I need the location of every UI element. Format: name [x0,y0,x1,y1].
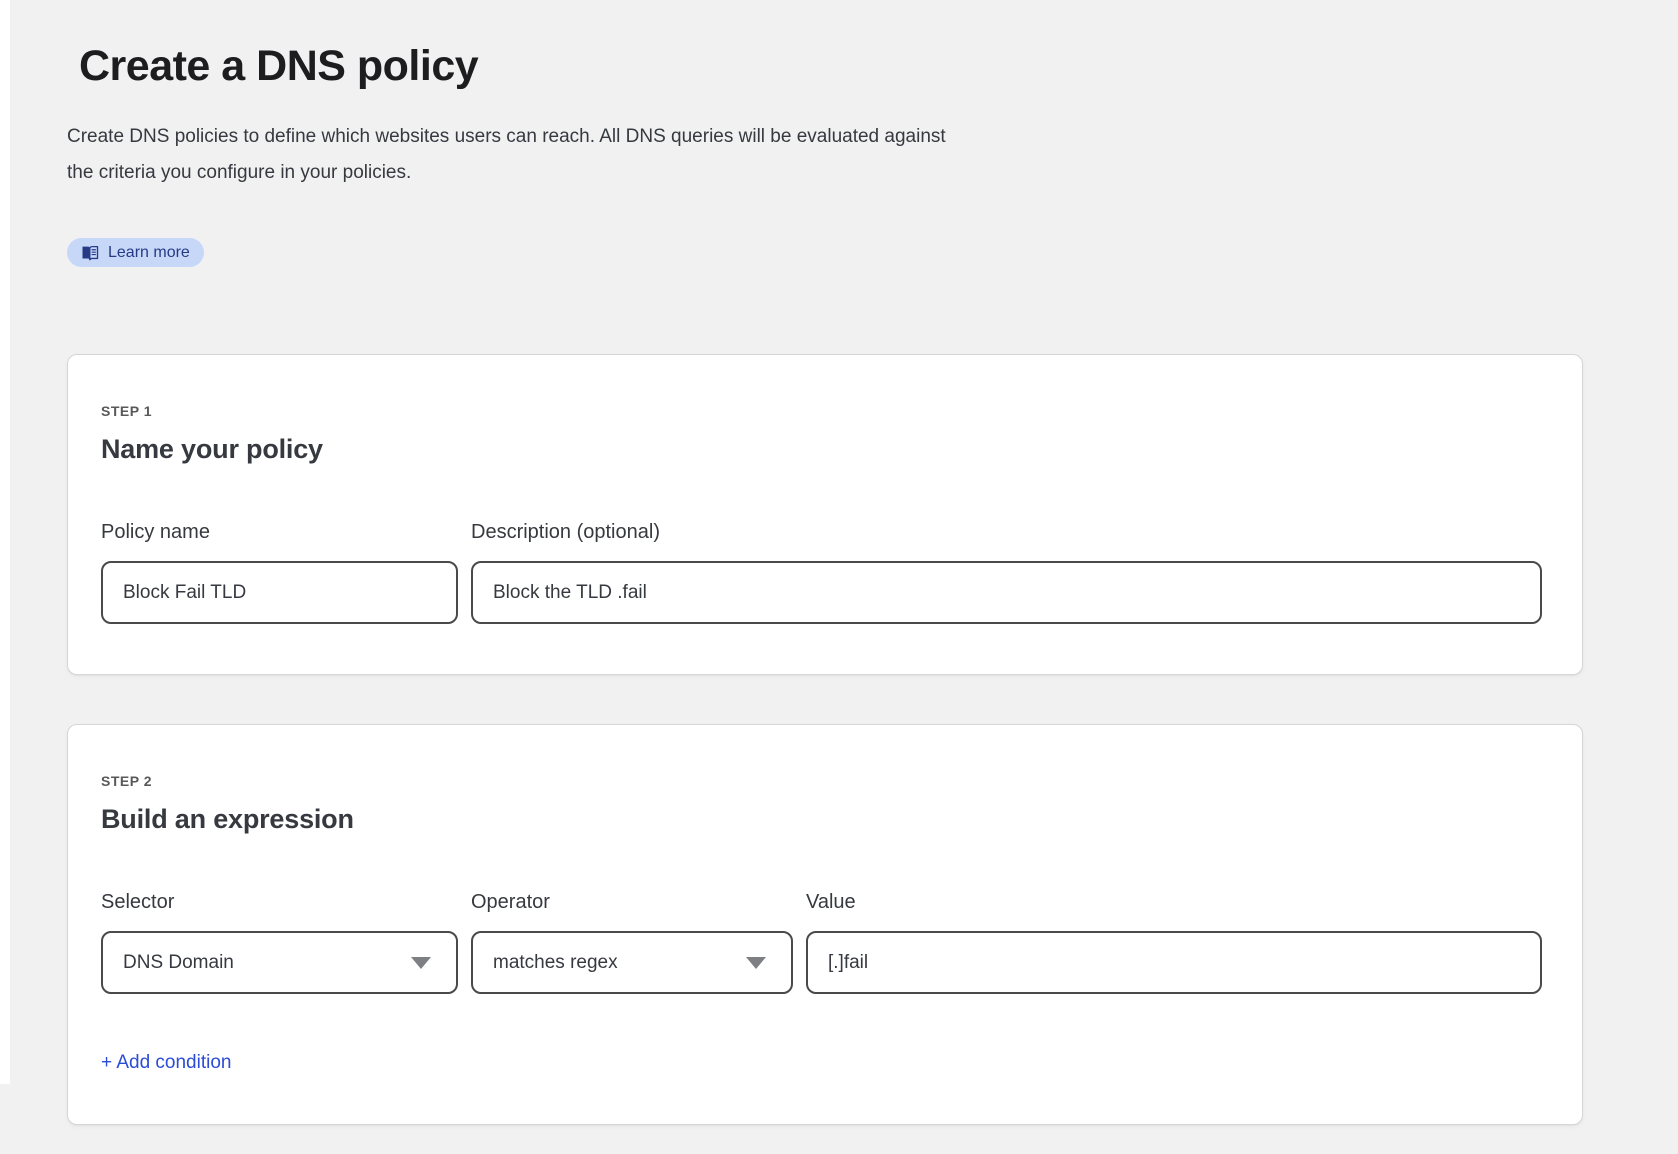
window-left-edge [0,0,10,1084]
caret-down-icon [411,957,431,969]
caret-down-icon [746,957,766,969]
value-label: Value [806,891,1542,914]
description-input[interactable] [471,561,1542,624]
page-description: Create DNS policies to define which webs… [67,119,967,191]
step-2-heading: Build an expression [101,804,1542,835]
operator-selected-value: matches regex [493,952,618,974]
page-title: Create a DNS policy [79,42,1583,91]
policy-name-label: Policy name [101,521,458,544]
value-field-group: Value [806,891,1542,994]
operator-dropdown[interactable]: matches regex [471,931,793,994]
selector-selected-value: DNS Domain [123,952,234,974]
policy-name-field-group: Policy name [101,521,458,624]
description-field-group: Description (optional) [471,521,1542,624]
operator-field-group: Operator matches regex [471,891,793,994]
policy-name-input[interactable] [101,561,458,624]
selector-dropdown[interactable]: DNS Domain [101,931,458,994]
learn-more-button[interactable]: Learn more [67,238,204,267]
step-1-card: STEP 1 Name your policy Policy name Desc… [67,354,1583,675]
step-2-label: STEP 2 [101,773,1542,789]
book-icon [81,245,99,261]
add-condition-link[interactable]: + Add condition [101,1052,231,1074]
description-label: Description (optional) [471,521,1542,544]
step-2-fields: Selector DNS Domain Operator matches reg… [101,891,1542,994]
learn-more-label: Learn more [108,244,190,262]
selector-label: Selector [101,891,458,914]
value-input[interactable] [806,931,1542,994]
step-2-card: STEP 2 Build an expression Selector DNS … [67,724,1583,1125]
operator-label: Operator [471,891,793,914]
step-1-heading: Name your policy [101,434,1542,465]
step-1-fields: Policy name Description (optional) [101,521,1542,624]
create-dns-policy-page: Create a DNS policy Create DNS policies … [67,0,1583,1125]
step-1-label: STEP 1 [101,403,1542,419]
selector-field-group: Selector DNS Domain [101,891,458,994]
